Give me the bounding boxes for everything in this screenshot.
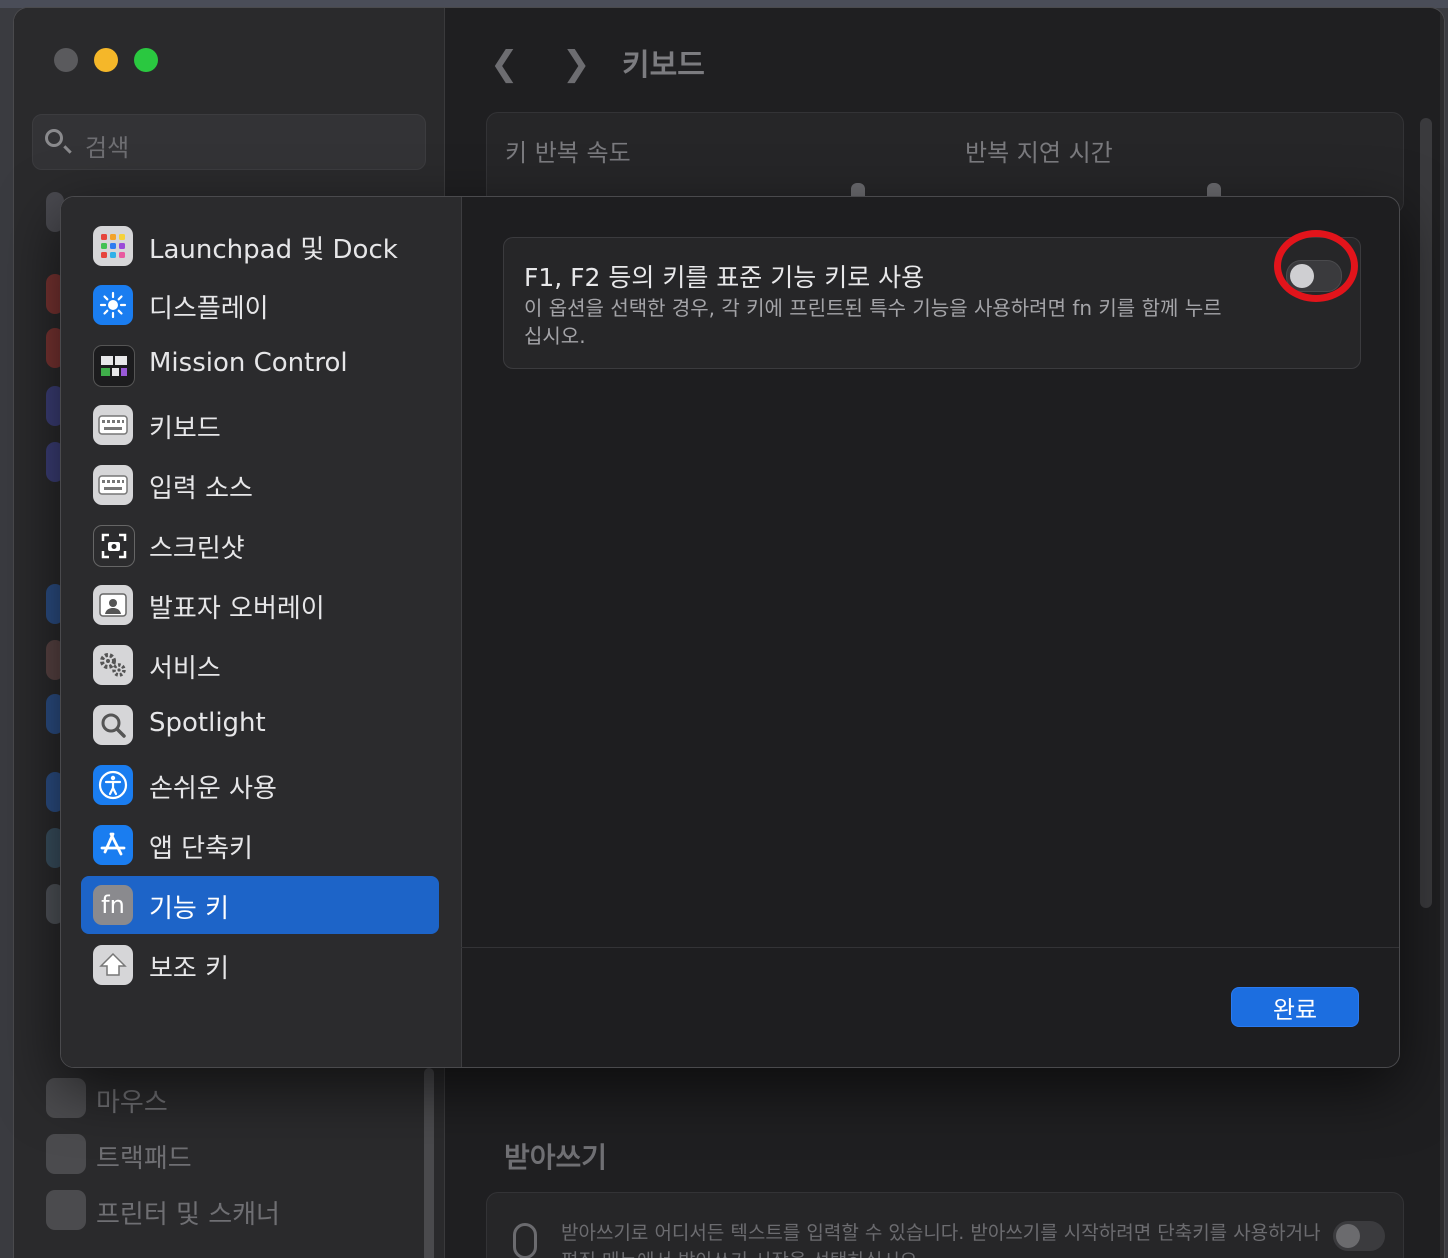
fn-key-icon: fn (93, 885, 133, 925)
sidebar-item-function-keys[interactable]: fn 기능 키 (81, 876, 439, 934)
sidebar-item-label: 디스플레이 (149, 294, 269, 324)
sidebar-item-label: 발표자 오버레이 (149, 594, 325, 624)
sidebar-item-printers[interactable]: 프린터 및 스캐너 (46, 1190, 406, 1230)
function-keys-panel: F1, F2 등의 키를 표준 기능 키로 사용 이 옵션을 선택한 경우, 각… (461, 197, 1399, 1067)
sidebar-item-label: 서비스 (149, 654, 221, 684)
option-title: F1, F2 등의 키를 표준 기능 키로 사용 (524, 263, 925, 292)
sidebar-item-mouse[interactable]: 마우스 (46, 1078, 406, 1118)
sidebar-item-label: Mission Control (149, 348, 348, 378)
forward-chevron-icon[interactable]: ❯ (562, 44, 591, 84)
content-scrollbar[interactable] (1420, 118, 1432, 908)
key-repeat-label: 키 반복 속도 (505, 139, 631, 167)
search-placeholder: 검색 (85, 134, 130, 162)
back-chevron-icon[interactable]: ❮ (490, 44, 519, 84)
screenshot-icon (93, 525, 135, 567)
sidebar-item-label: Spotlight (149, 708, 266, 738)
sidebar-item-keyboard[interactable]: 키보드 (81, 396, 439, 454)
input-source-icon (93, 465, 133, 505)
sidebar-item-input-sources[interactable]: 입력 소스 (81, 456, 439, 514)
standard-function-keys-option: F1, F2 등의 키를 표준 기능 키로 사용 이 옵션을 선택한 경우, 각… (503, 230, 1361, 369)
zoom-window-button[interactable] (134, 48, 158, 72)
sidebar-item-app-shortcuts[interactable]: 앱 단축키 (81, 816, 439, 874)
sidebar-item-modifier-keys[interactable]: 보조 키 (81, 936, 439, 994)
sidebar-item-label: 입력 소스 (149, 474, 253, 504)
sidebar-item-label: 스크린샷 (149, 534, 245, 564)
modifier-key-icon (93, 945, 133, 985)
keyboard-icon (93, 405, 133, 445)
sidebar-item-spotlight[interactable]: Spotlight (81, 696, 439, 754)
dictation-toggle[interactable] (1333, 1221, 1385, 1251)
dictation-description: 받아쓰기로 어디서든 텍스트를 입력할 수 있습니다. 받아쓰기를 시작하려면 … (561, 1222, 1321, 1258)
sidebar-search-field[interactable]: 검색 (32, 114, 426, 170)
minimize-window-button[interactable] (94, 48, 118, 72)
sidebar-item-label: 키보드 (149, 414, 221, 444)
footer-divider (461, 947, 1399, 948)
sidebar-item-label: 트랙패드 (96, 1144, 192, 1174)
mission-control-icon (93, 345, 135, 387)
sidebar-item-mission-control[interactable]: Mission Control (81, 336, 439, 394)
keyboard-shortcuts-sheet: Launchpad 및 Dock 디스플레이 Mission Control 키… (60, 196, 1400, 1068)
dictation-section-title: 받아쓰기 (504, 1141, 608, 1174)
repeat-delay-label: 반복 지연 시간 (965, 139, 1113, 167)
option-description: 이 옵션을 선택한 경우, 각 키에 프린트된 특수 기능을 사용하려면 fn … (524, 296, 1222, 348)
services-gear-icon (93, 645, 133, 685)
desktop-background (0, 0, 1448, 8)
sidebar-item-label: 프린터 및 스캐너 (96, 1200, 280, 1230)
sidebar-item-label: Launchpad 및 Dock (149, 235, 398, 265)
sidebar-item-presenter-overlay[interactable]: 발표자 오버레이 (81, 576, 439, 634)
spotlight-icon (93, 705, 133, 745)
launchpad-icon (93, 226, 133, 266)
fn-glyph: fn (101, 891, 125, 919)
sidebar-item-label: 기능 키 (149, 894, 230, 924)
display-brightness-icon (93, 285, 133, 325)
sidebar-item-label: 앱 단축키 (149, 834, 253, 864)
sidebar-item-label: 마우스 (96, 1088, 168, 1118)
dictation-group: 받아쓰기로 어디서든 텍스트를 입력할 수 있습니다. 받아쓰기를 시작하려면 … (486, 1192, 1404, 1258)
sidebar-item-launchpad-dock[interactable]: Launchpad 및 Dock (81, 217, 439, 275)
window-edge (1440, 8, 1444, 1258)
accessibility-icon (93, 765, 133, 805)
sidebar-item-label: 보조 키 (149, 954, 230, 984)
close-window-button[interactable] (54, 48, 78, 72)
sidebar-item-display[interactable]: 디스플레이 (81, 276, 439, 334)
sidebar-item-label: 손쉬운 사용 (149, 774, 277, 804)
sidebar-item-trackpad[interactable]: 트랙패드 (46, 1134, 406, 1174)
page-title: 키보드 (622, 48, 705, 83)
red-circle-annotation (1274, 230, 1358, 302)
app-store-icon (93, 825, 133, 865)
done-button[interactable]: 완료 (1231, 987, 1359, 1027)
search-icon (45, 129, 63, 147)
presenter-overlay-icon (93, 585, 133, 625)
shortcuts-sidebar: Launchpad 및 Dock 디스플레이 Mission Control 키… (61, 197, 462, 1067)
printer-icon (46, 1190, 86, 1230)
sidebar-scrollbar[interactable] (424, 1068, 434, 1258)
trackpad-icon (46, 1134, 86, 1174)
mouse-icon (46, 1078, 86, 1118)
microphone-icon (513, 1223, 537, 1258)
sidebar-item-screenshot[interactable]: 스크린샷 (81, 516, 439, 574)
sidebar-item-accessibility[interactable]: 손쉬운 사용 (81, 756, 439, 814)
sidebar-item-services[interactable]: 서비스 (81, 636, 439, 694)
